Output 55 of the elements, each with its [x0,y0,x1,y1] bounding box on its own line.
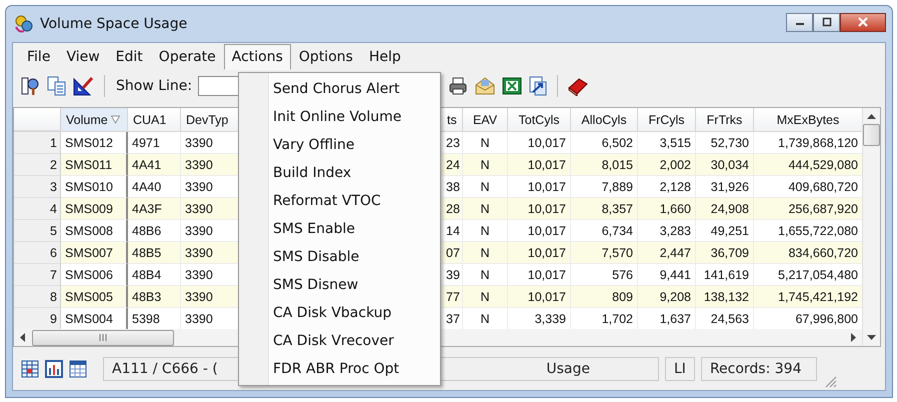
table-cell: 24 [442,154,463,176]
record-count: Records: 394 [700,356,817,380]
row-number: 5 [14,220,61,242]
mode-indicator: LI [665,356,695,380]
table-cell: 30,034 [696,154,754,176]
table-cell: 3390 [181,154,239,176]
table-cell: N [463,242,508,264]
table-cell: 9,208 [638,286,696,308]
table-cell: N [463,154,508,176]
table-cell: 4A3F [128,198,181,220]
show-line-label: Show Line: [116,78,192,94]
table-cell: 7,570 [571,242,638,264]
table-cell: 10,017 [508,154,571,176]
table-cell: 3390 [181,242,239,264]
row-number: 1 [14,132,61,154]
table-cell: SMS009 [61,198,128,220]
table-cell: SMS007 [61,242,128,264]
row-number: 8 [14,286,61,308]
table-cell: 24,908 [696,198,754,220]
table-cell: 07 [442,242,463,264]
table-cell: 8,015 [571,154,638,176]
table-cell: 10,017 [508,242,571,264]
status-text: A111 / C666 - ( [112,360,218,376]
table-cell: 10,017 [508,286,571,308]
table-cell: N [463,198,508,220]
row-number: 9 [14,308,61,329]
table-cell: 444,529,080 [754,154,862,176]
row-number: 4 [14,198,61,220]
table-cell: 1,660 [638,198,696,220]
table-cell: 28 [442,198,463,220]
table-cell: 48B5 [128,242,181,264]
table-cell: 10,017 [508,198,571,220]
table-cell: N [463,286,508,308]
table-cell: 3390 [181,198,239,220]
table-cell: 2,002 [638,154,696,176]
row-number: 6 [14,242,61,264]
table-cell: 138,132 [696,286,754,308]
row-number: 3 [14,176,61,198]
window-title: Volume Space Usage [40,16,188,32]
table-cell: SMS005 [61,286,128,308]
table-cell: 2,447 [638,242,696,264]
table-cell: SMS011 [61,154,128,176]
table-cell: 256,687,920 [754,198,862,220]
table-cell: 8,357 [571,198,638,220]
table-cell: 77 [442,286,463,308]
status-text: Usage [546,360,590,376]
row-number: 7 [14,264,61,286]
table-cell: 4A41 [128,154,181,176]
table-cell: 1,745,421,192 [754,286,862,308]
table-cell: 3390 [181,286,239,308]
table-cell: 48B3 [128,286,181,308]
table-cell: 834,660,720 [754,242,862,264]
table-cell: 809 [571,286,638,308]
row-number: 2 [14,154,61,176]
table-cell: 36,709 [696,242,754,264]
